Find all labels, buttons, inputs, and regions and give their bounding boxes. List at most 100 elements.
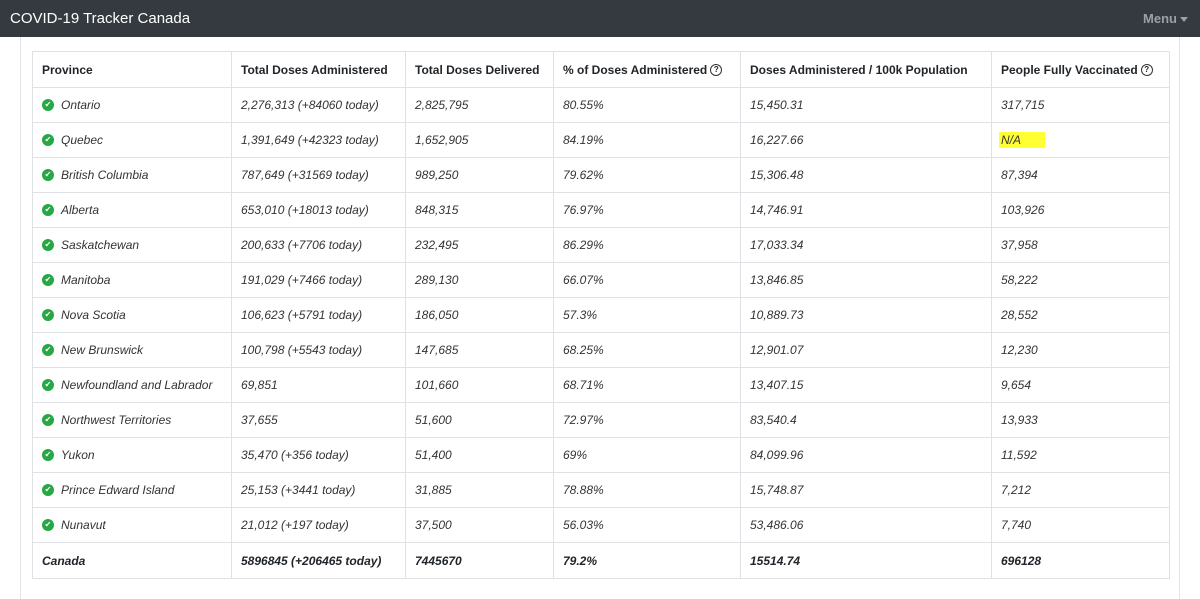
check-circle-icon: ✔ (42, 449, 54, 461)
table-cell: 58,222 (991, 262, 1170, 298)
table-cell: 106,623 (+5791 today) (231, 297, 406, 333)
table-row: ✔ Yukon 35,470 (+356 today) 51,400 69% 84,099… (32, 437, 1170, 473)
cell-value: 100,798 (+5543 today) (241, 343, 363, 357)
cell-value: 83,540.4 (750, 413, 797, 427)
table-row: ✔ Ontario 2,276,313 (+84060 today) 2,825,79… (32, 87, 1170, 123)
table-cell: 2,825,795 (405, 87, 554, 123)
table-cell: 232,495 (405, 227, 554, 263)
cell-value: 16,227.66 (750, 133, 804, 147)
table-cell: 72.97% (553, 402, 741, 438)
table-cell: ✔ Nunavut (32, 507, 232, 543)
table-cell: ✔ Quebec (32, 122, 232, 158)
table-row: ✔ Quebec 1,391,649 (+42323 today) 1,652,905… (32, 122, 1170, 158)
province-cell: ✔ Alberta (42, 203, 222, 217)
cell-value: 57.3% (563, 308, 598, 322)
cell-value: 2,276,313 (+84060 today) (241, 98, 379, 112)
vaccination-table: Province Total Doses Administered Total Do… (32, 51, 1170, 579)
province-name: Yukon (61, 448, 95, 462)
cell-value: N/A (999, 132, 1046, 148)
table-row: ✔ Prince Edward Island 25,153 (+3441 today… (32, 472, 1170, 508)
header-row: Province Total Doses Administered Total Do… (32, 51, 1170, 88)
table-cell: 51,600 (405, 402, 554, 438)
column-header-label: Total Doses Delivered (415, 62, 540, 77)
cell-value: 7,212 (1001, 483, 1032, 497)
table-cell: ✔ Alberta (32, 192, 232, 228)
table-cell: 53,486.06 (740, 507, 992, 543)
total-cell: 696128 (991, 542, 1170, 579)
table-cell: 17,033.34 (740, 227, 992, 263)
question-circle-icon[interactable]: ? (710, 64, 723, 77)
cell-value: 28,552 (1001, 308, 1038, 322)
province-cell: ✔ Saskatchewan (42, 238, 222, 252)
cell-value: 14,746.91 (750, 203, 804, 217)
column-header[interactable]: Total Doses Delivered (405, 51, 554, 88)
cell-value: 84.19% (563, 133, 604, 147)
province-name: Ontario (61, 98, 101, 112)
table-cell: 37,500 (405, 507, 554, 543)
table-cell: 83,540.4 (740, 402, 992, 438)
province-cell: ✔ Nova Scotia (42, 308, 222, 322)
table-cell: 147,685 (405, 332, 554, 368)
table-cell: 25,153 (+3441 today) (231, 472, 406, 508)
table-cell: 68.71% (553, 367, 741, 403)
table-cell: 80.55% (553, 87, 741, 123)
province-name: Alberta (61, 203, 100, 217)
table-cell: ✔ Prince Edward Island (32, 472, 232, 508)
column-header-label: Total Doses Administered (241, 62, 388, 77)
question-circle-icon[interactable]: ? (1140, 64, 1153, 77)
total-cell: Canada (32, 542, 232, 579)
table-cell: ✔ New Brunswick (32, 332, 232, 368)
cell-value: 66.07% (563, 273, 604, 287)
table-cell: 68.25% (553, 332, 741, 368)
cell-value: 35,470 (+356 today) (241, 448, 349, 462)
table-row: ✔ New Brunswick 100,798 (+5543 today) 147,6… (32, 332, 1170, 368)
check-circle-icon: ✔ (42, 204, 54, 216)
check-circle-icon: ✔ (42, 379, 54, 391)
table-cell: 37,958 (991, 227, 1170, 263)
cell-value: 103,926 (1001, 203, 1045, 217)
table-cell: 103,926 (991, 192, 1170, 228)
table-cell: 848,315 (405, 192, 554, 228)
column-header[interactable]: People Fully Vaccinated? (991, 51, 1170, 88)
total-cell: 5896845 (+206465 today) (231, 542, 406, 579)
caret-down-icon (1180, 17, 1188, 22)
check-circle-icon: ✔ (42, 344, 54, 356)
table-cell: 14,746.91 (740, 192, 992, 228)
column-header[interactable]: Doses Administered / 100k Population (740, 51, 992, 88)
table-cell: 317,715 (991, 87, 1170, 123)
table-cell: 76.97% (553, 192, 741, 228)
cell-value: 11,592 (1001, 448, 1037, 462)
column-header[interactable]: Province (32, 51, 232, 88)
province-cell: ✔ Yukon (42, 448, 222, 462)
table-cell: 1,391,649 (+42323 today) (231, 122, 406, 158)
table-cell: 7,212 (991, 472, 1170, 508)
province-name: Northwest Territories (61, 413, 172, 427)
table-cell: 78.88% (553, 472, 741, 508)
brand-title[interactable]: COVID-19 Tracker Canada (10, 10, 190, 27)
cell-value: 200,633 (+7706 today) (241, 238, 363, 252)
table-row: ✔ British Columbia 787,649 (+31569 today) 9… (32, 157, 1170, 193)
cell-value: 37,500 (415, 518, 452, 532)
cell-value: 106,623 (+5791 today) (241, 308, 363, 322)
table-cell: 66.07% (553, 262, 741, 298)
province-cell: ✔ Northwest Territories (42, 413, 222, 427)
cell-value: 7,740 (1001, 518, 1032, 532)
table-cell: ✔ Saskatchewan (32, 227, 232, 263)
column-header[interactable]: % of Doses Administered? (553, 51, 741, 88)
cell-value: 69% (563, 448, 588, 462)
table-body: ✔ Ontario 2,276,313 (+84060 today) 2,825,79… (32, 87, 1170, 579)
menu-toggle[interactable]: Menu (1143, 11, 1188, 26)
cell-value: 232,495 (415, 238, 459, 252)
navbar: COVID-19 Tracker Canada Menu (0, 0, 1200, 37)
column-header[interactable]: Total Doses Administered (231, 51, 406, 88)
column-header-label: % of Doses Administered (563, 62, 708, 77)
province-cell: ✔ Prince Edward Island (42, 483, 222, 497)
province-cell: ✔ Manitoba (42, 273, 222, 287)
cell-value: 78.88% (563, 483, 604, 497)
table-cell: 69,851 (231, 367, 406, 403)
table-cell: 87,394 (991, 157, 1170, 193)
table-cell: 12,230 (991, 332, 1170, 368)
table-header: Province Total Doses Administered Total Do… (32, 51, 1170, 88)
table-cell: 31,885 (405, 472, 554, 508)
table-row: ✔ Nunavut 21,012 (+197 today) 37,500 56.03% 5… (32, 507, 1170, 543)
